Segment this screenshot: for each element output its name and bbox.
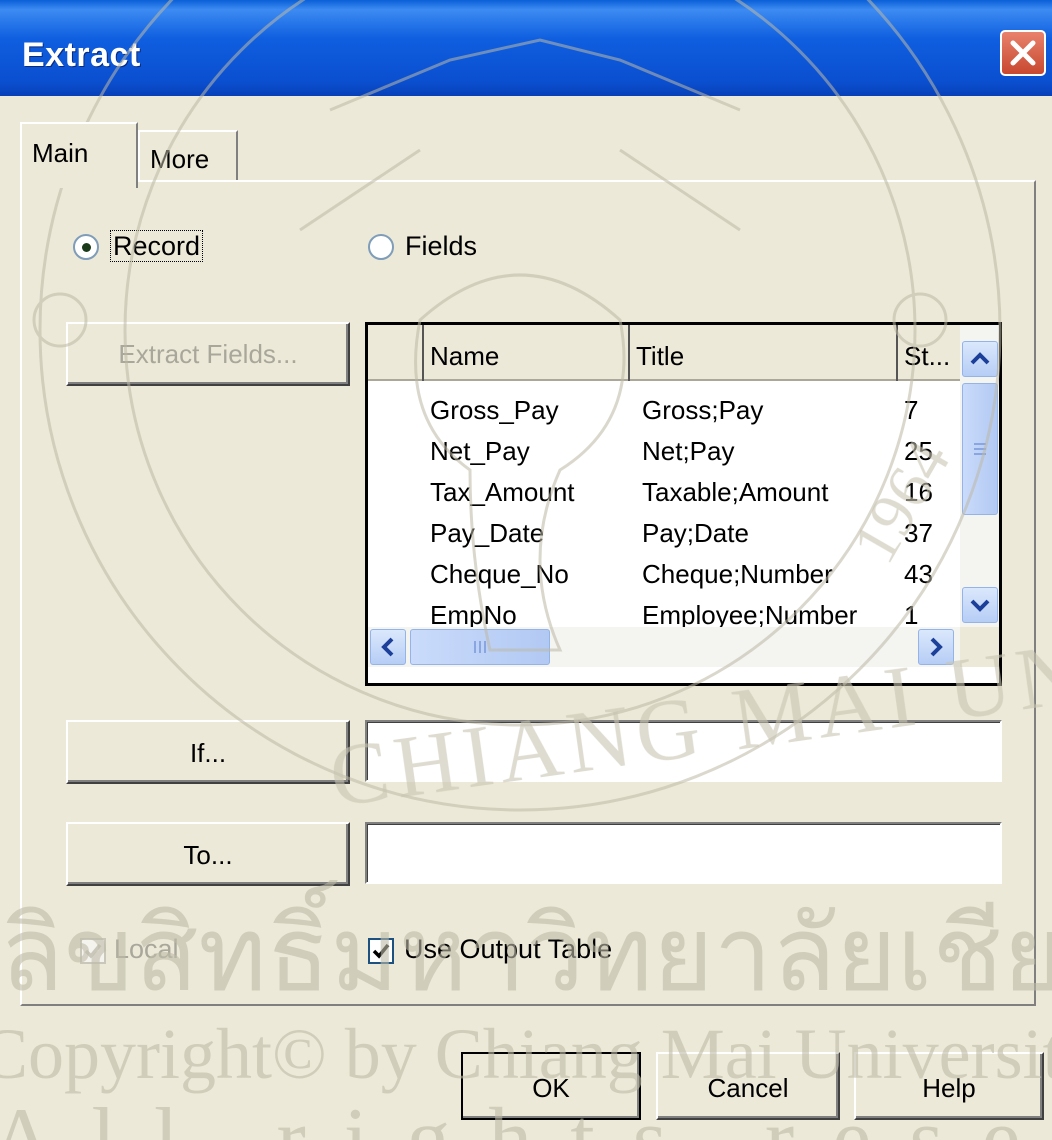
window-title: Extract — [22, 36, 141, 74]
help-button-label: Help — [922, 1073, 976, 1103]
extract-fields-button[interactable]: Extract Fields... — [66, 322, 350, 386]
cell-name: Cheque_No — [430, 559, 569, 589]
fields-radio[interactable] — [368, 234, 394, 260]
column-header-start[interactable]: St... — [898, 325, 960, 381]
use-output-table-label[interactable]: Use Output Table — [404, 934, 612, 965]
record-radio[interactable] — [73, 234, 99, 260]
column-header-title[interactable]: Title — [630, 325, 898, 381]
vertical-scrollbar[interactable] — [960, 325, 999, 627]
to-filename-input[interactable] — [365, 822, 1002, 884]
horizontal-scroll-thumb[interactable] — [410, 629, 550, 665]
use-output-table-checkbox[interactable] — [368, 938, 394, 964]
tab-main-label: Main — [32, 138, 89, 168]
if-expression-input[interactable] — [365, 720, 1002, 782]
title-bar[interactable]: Extract — [0, 0, 1052, 96]
cell-name: Pay_Date — [430, 518, 545, 548]
grid-row[interactable]: Gross_Pay Gross;Pay 7 — [368, 395, 958, 429]
cell-start: 43 — [904, 559, 933, 589]
cell-title: Net;Pay — [642, 436, 735, 466]
local-checkbox[interactable] — [80, 938, 106, 964]
if-button-label: If... — [189, 738, 227, 768]
checkmark-icon — [84, 943, 102, 959]
chevron-right-icon — [930, 637, 943, 657]
tab-main[interactable]: Main — [20, 122, 138, 188]
checkmark-icon — [372, 943, 390, 959]
grid-row[interactable]: Cheque_No Cheque;Number 43 — [368, 559, 958, 593]
to-button-label: To... — [183, 840, 233, 870]
help-button[interactable]: Help — [854, 1052, 1044, 1120]
cell-start: 37 — [904, 518, 933, 548]
scroll-left-button[interactable] — [370, 629, 406, 665]
grid-header: Name Title St... — [368, 325, 960, 381]
row-indicator-header — [368, 325, 424, 381]
cancel-button-label: Cancel — [707, 1073, 789, 1103]
cell-title: Pay;Date — [642, 518, 749, 548]
tab-more-label: More — [150, 144, 210, 174]
extract-dialog: Extract Main More Record Fields Extract … — [0, 0, 1052, 1140]
cell-title: Taxable;Amount — [642, 477, 829, 507]
cell-start: 16 — [904, 477, 933, 507]
extract-fields-label: Extract Fields... — [118, 339, 298, 369]
grid-row[interactable]: Net_Pay Net;Pay 25 — [368, 436, 958, 470]
horizontal-scrollbar[interactable] — [368, 627, 960, 667]
scroll-down-button[interactable] — [962, 587, 998, 623]
record-label[interactable]: Record — [110, 230, 204, 262]
column-header-name[interactable]: Name — [424, 325, 630, 381]
cell-name: Gross_Pay — [430, 395, 559, 425]
grip-icon — [474, 641, 486, 653]
chevron-left-icon — [381, 637, 394, 657]
cell-name: Net_Pay — [430, 436, 530, 466]
grip-icon — [974, 443, 986, 455]
scroll-right-button[interactable] — [918, 629, 954, 665]
ok-button[interactable]: OK — [461, 1052, 641, 1120]
chevron-down-icon — [970, 599, 990, 612]
cell-title: Cheque;Number — [642, 559, 833, 589]
cancel-button[interactable]: Cancel — [656, 1052, 840, 1120]
close-icon — [1010, 40, 1036, 66]
cell-name: Tax_Amount — [430, 477, 575, 507]
scroll-up-button[interactable] — [962, 341, 998, 377]
fields-label[interactable]: Fields — [405, 231, 477, 262]
fields-grid[interactable]: Name Title St... Gross_Pay Gross;Pay 7 N… — [365, 322, 1002, 686]
cell-start: 25 — [904, 436, 933, 466]
cell-start: 7 — [904, 395, 919, 425]
vertical-scroll-thumb[interactable] — [962, 383, 998, 515]
radio-selected-dot — [82, 243, 91, 252]
if-button[interactable]: If... — [66, 720, 350, 784]
tab-more[interactable]: More — [138, 130, 238, 182]
local-label[interactable]: Local — [114, 934, 179, 965]
scrollbar-corner — [960, 627, 999, 667]
grid-row[interactable]: Tax_Amount Taxable;Amount 16 — [368, 477, 958, 511]
close-button[interactable] — [1000, 30, 1046, 76]
chevron-up-icon — [970, 352, 990, 365]
ok-button-label: OK — [532, 1073, 570, 1103]
grid-row[interactable]: Pay_Date Pay;Date 37 — [368, 518, 958, 552]
to-button[interactable]: To... — [66, 822, 350, 886]
cell-title: Gross;Pay — [642, 395, 764, 425]
